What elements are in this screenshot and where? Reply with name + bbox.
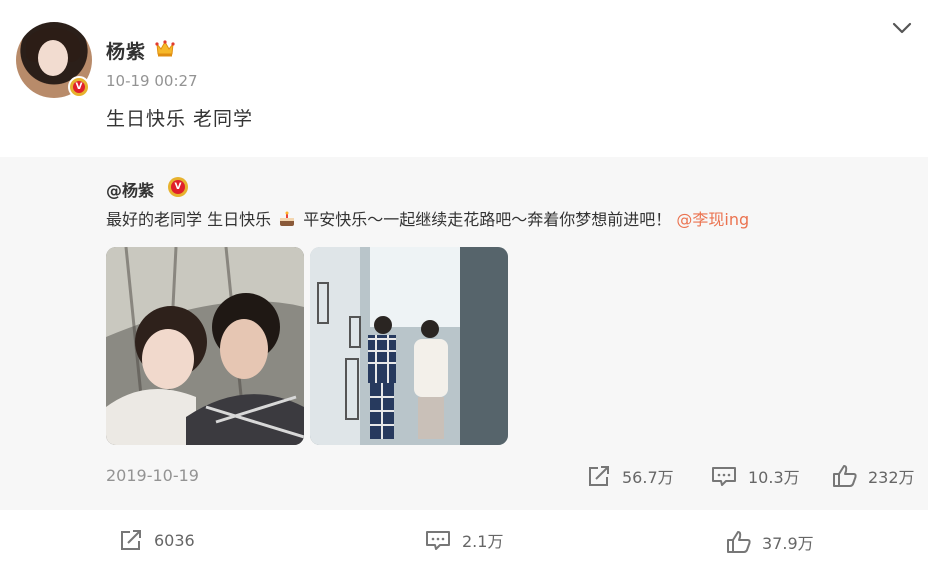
footer-share-button[interactable]: 6036 [118, 528, 195, 552]
verified-badge-icon [68, 76, 90, 98]
comment-icon [712, 467, 736, 486]
comment-icon [426, 531, 450, 550]
post-timestamp[interactable]: 10-19 00:27 [106, 72, 198, 90]
repost-text: 最好的老同学 生日快乐 平安快乐～一起继续走花路吧～奔着你梦想前进吧！ @李现i… [106, 206, 749, 230]
repost-image-1[interactable] [106, 247, 304, 445]
repost-text-part1: 最好的老同学 生日快乐 [106, 210, 272, 229]
share-icon [589, 466, 609, 486]
repost-comment-button[interactable]: 10.3万 [710, 464, 800, 488]
repost-text-part2: 平安快乐～一起继续走花路吧～奔着你梦想前进吧！ [303, 210, 672, 229]
repost-date[interactable]: 2019-10-19 [106, 466, 199, 485]
footer-comment-count: 2.1万 [462, 532, 504, 551]
chevron-down-icon[interactable] [888, 14, 916, 42]
repost-image-2[interactable] [310, 247, 508, 445]
footer-comment-button[interactable]: 2.1万 [424, 528, 503, 552]
repost-author-name[interactable]: @杨紫 [106, 177, 154, 201]
repost-share-count: 56.7万 [622, 468, 674, 487]
share-icon [121, 530, 141, 550]
weibo-post: 杨紫 10-19 00:27 生日快乐 老同学 @杨紫 最好的老同学 生日快乐 … [0, 0, 928, 562]
footer-share-count: 6036 [154, 530, 195, 550]
crown-icon[interactable] [154, 37, 176, 59]
repost-comment-count: 10.3万 [748, 468, 800, 487]
footer-like-count: 37.9万 [762, 534, 814, 553]
repost-verified-badge-icon [168, 177, 188, 197]
mention-link[interactable]: @李现ing [676, 210, 749, 229]
like-icon [833, 465, 857, 487]
like-icon [727, 531, 751, 553]
cake-emoji-icon [280, 211, 295, 226]
repost-like-count: 232万 [868, 468, 915, 487]
repost-share-button[interactable]: 56.7万 [586, 464, 674, 488]
repost-like-button[interactable]: 232万 [832, 464, 915, 488]
post-text: 生日快乐 老同学 [106, 108, 254, 130]
image-2-placeholder [310, 247, 508, 445]
image-1-placeholder [106, 247, 304, 445]
footer-like-button[interactable]: 37.9万 [726, 530, 814, 554]
author-name[interactable]: 杨紫 [106, 37, 146, 64]
